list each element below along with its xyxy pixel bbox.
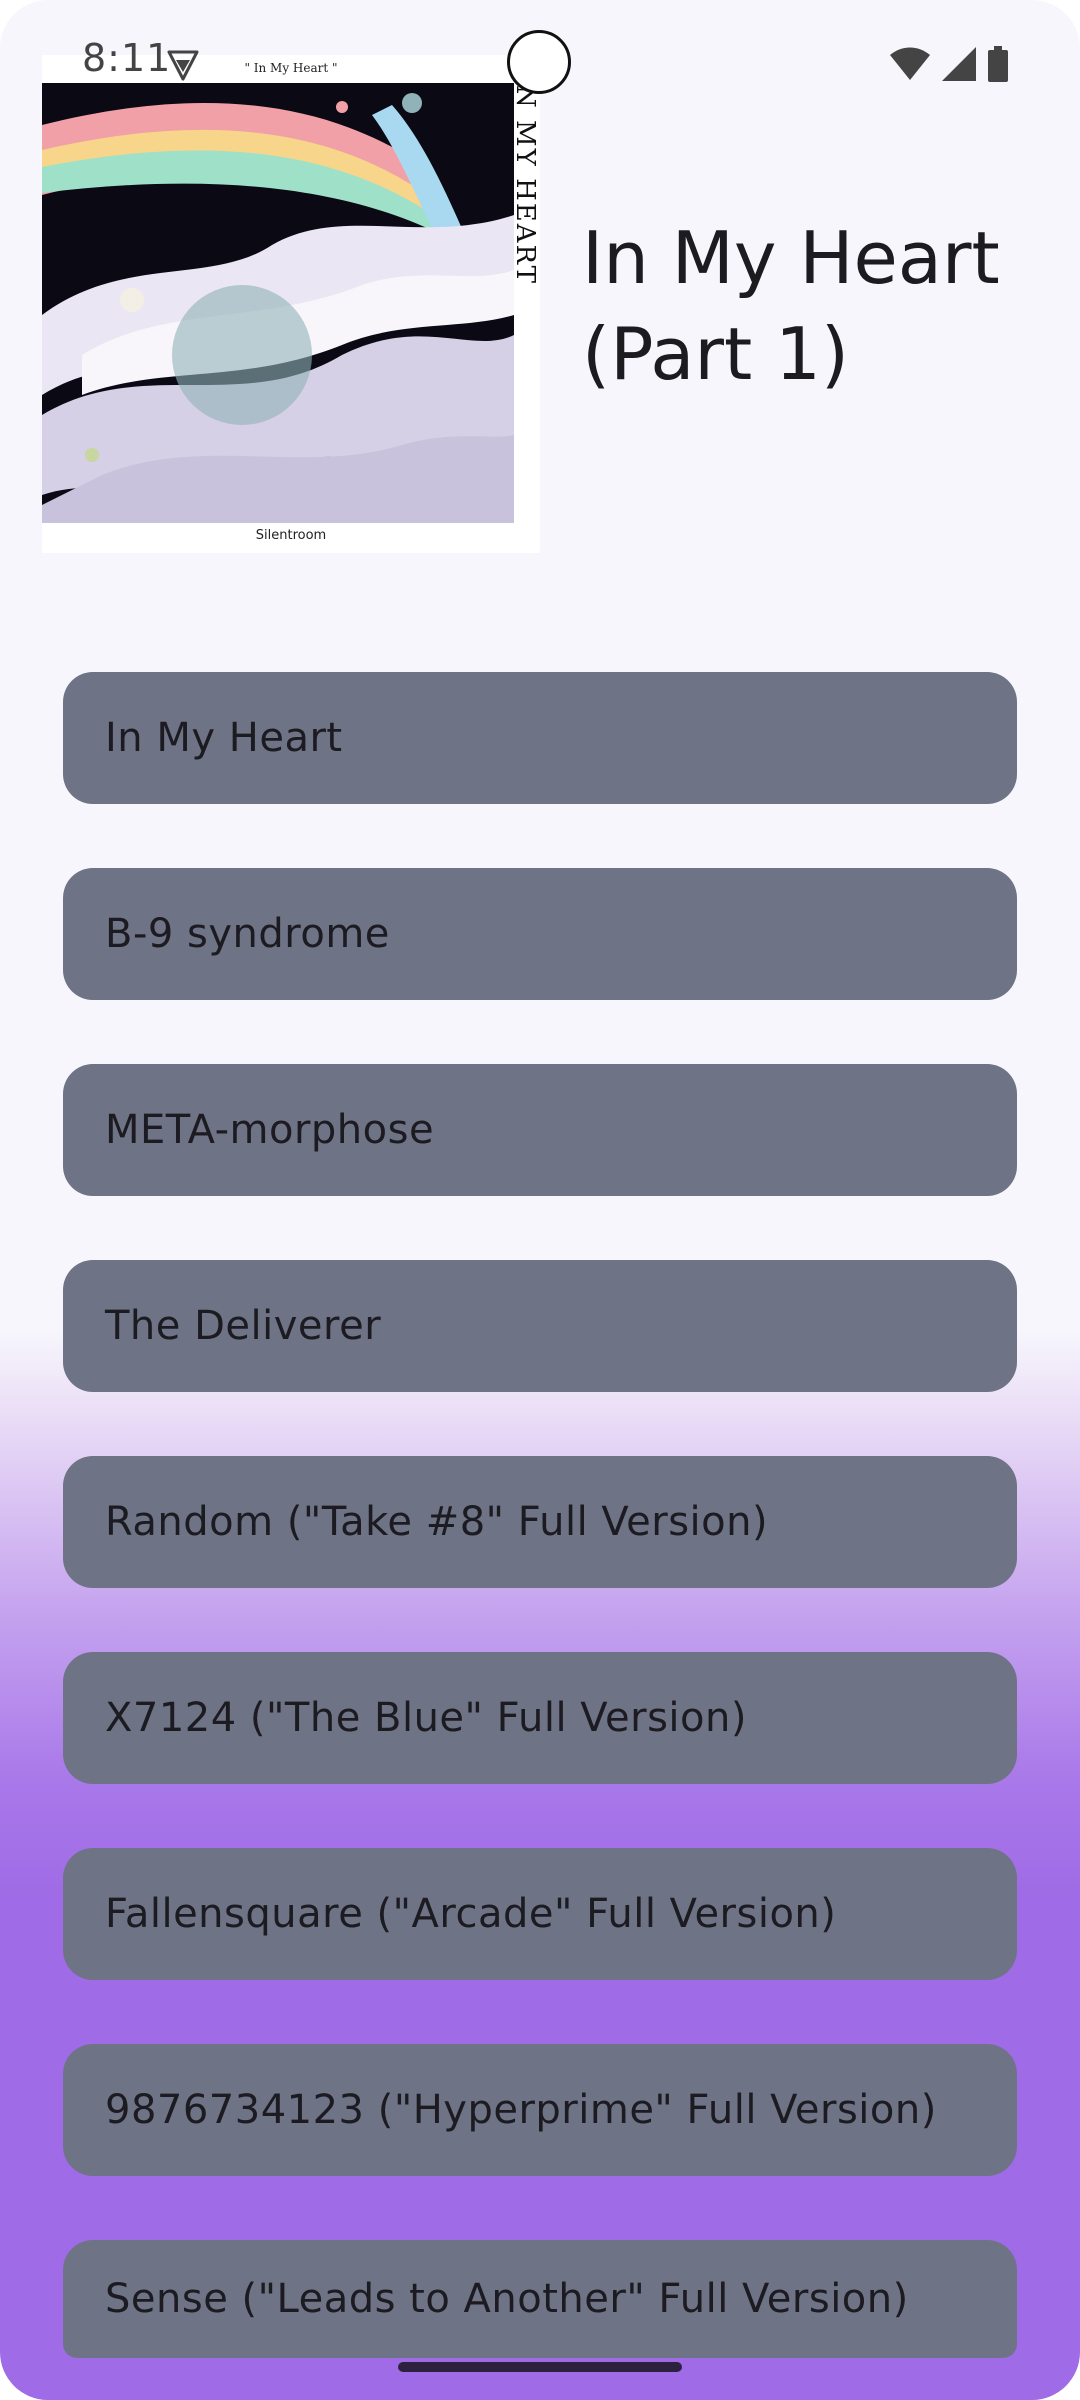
track-item[interactable]: Random ("Take #8" Full Version) <box>63 1456 1017 1588</box>
album-art-image <box>42 83 540 523</box>
album-art-label: Silentroom <box>255 528 327 543</box>
wifi-icon <box>890 47 930 80</box>
app-screen: " In My Heart " IN MY HEART Silentroom 8… <box>0 0 1080 2400</box>
track-item[interactable]: Sense ("Leads to Another" Full Version) <box>63 2240 1017 2358</box>
track-item[interactable]: X7124 ("The Blue" Full Version) <box>63 1652 1017 1784</box>
track-item[interactable]: In My Heart <box>63 672 1017 804</box>
battery-icon <box>988 46 1008 82</box>
album-title: In My Heart (Part 1) <box>582 216 1000 396</box>
track-item[interactable]: Fallensquare ("Arcade" Full Version) <box>63 1848 1017 1980</box>
track-item[interactable]: 9876734123 ("Hyperprime" Full Version) <box>63 2044 1017 2176</box>
track-item[interactable]: B-9 syndrome <box>63 868 1017 1000</box>
track-item[interactable]: META-morphose <box>63 1064 1017 1196</box>
shield-icon <box>167 50 199 81</box>
signal-icon <box>942 47 976 81</box>
track-list[interactable]: In My Heart B-9 syndrome META-morphose T… <box>63 672 1017 2400</box>
album-art: " In My Heart " IN MY HEART Silentroom <box>42 55 540 553</box>
status-icons <box>890 44 1008 84</box>
navigation-handle[interactable] <box>398 2362 682 2372</box>
camera-cutout <box>507 30 571 94</box>
track-item[interactable]: The Deliverer <box>63 1260 1017 1392</box>
status-time: 8:11 <box>82 36 172 80</box>
